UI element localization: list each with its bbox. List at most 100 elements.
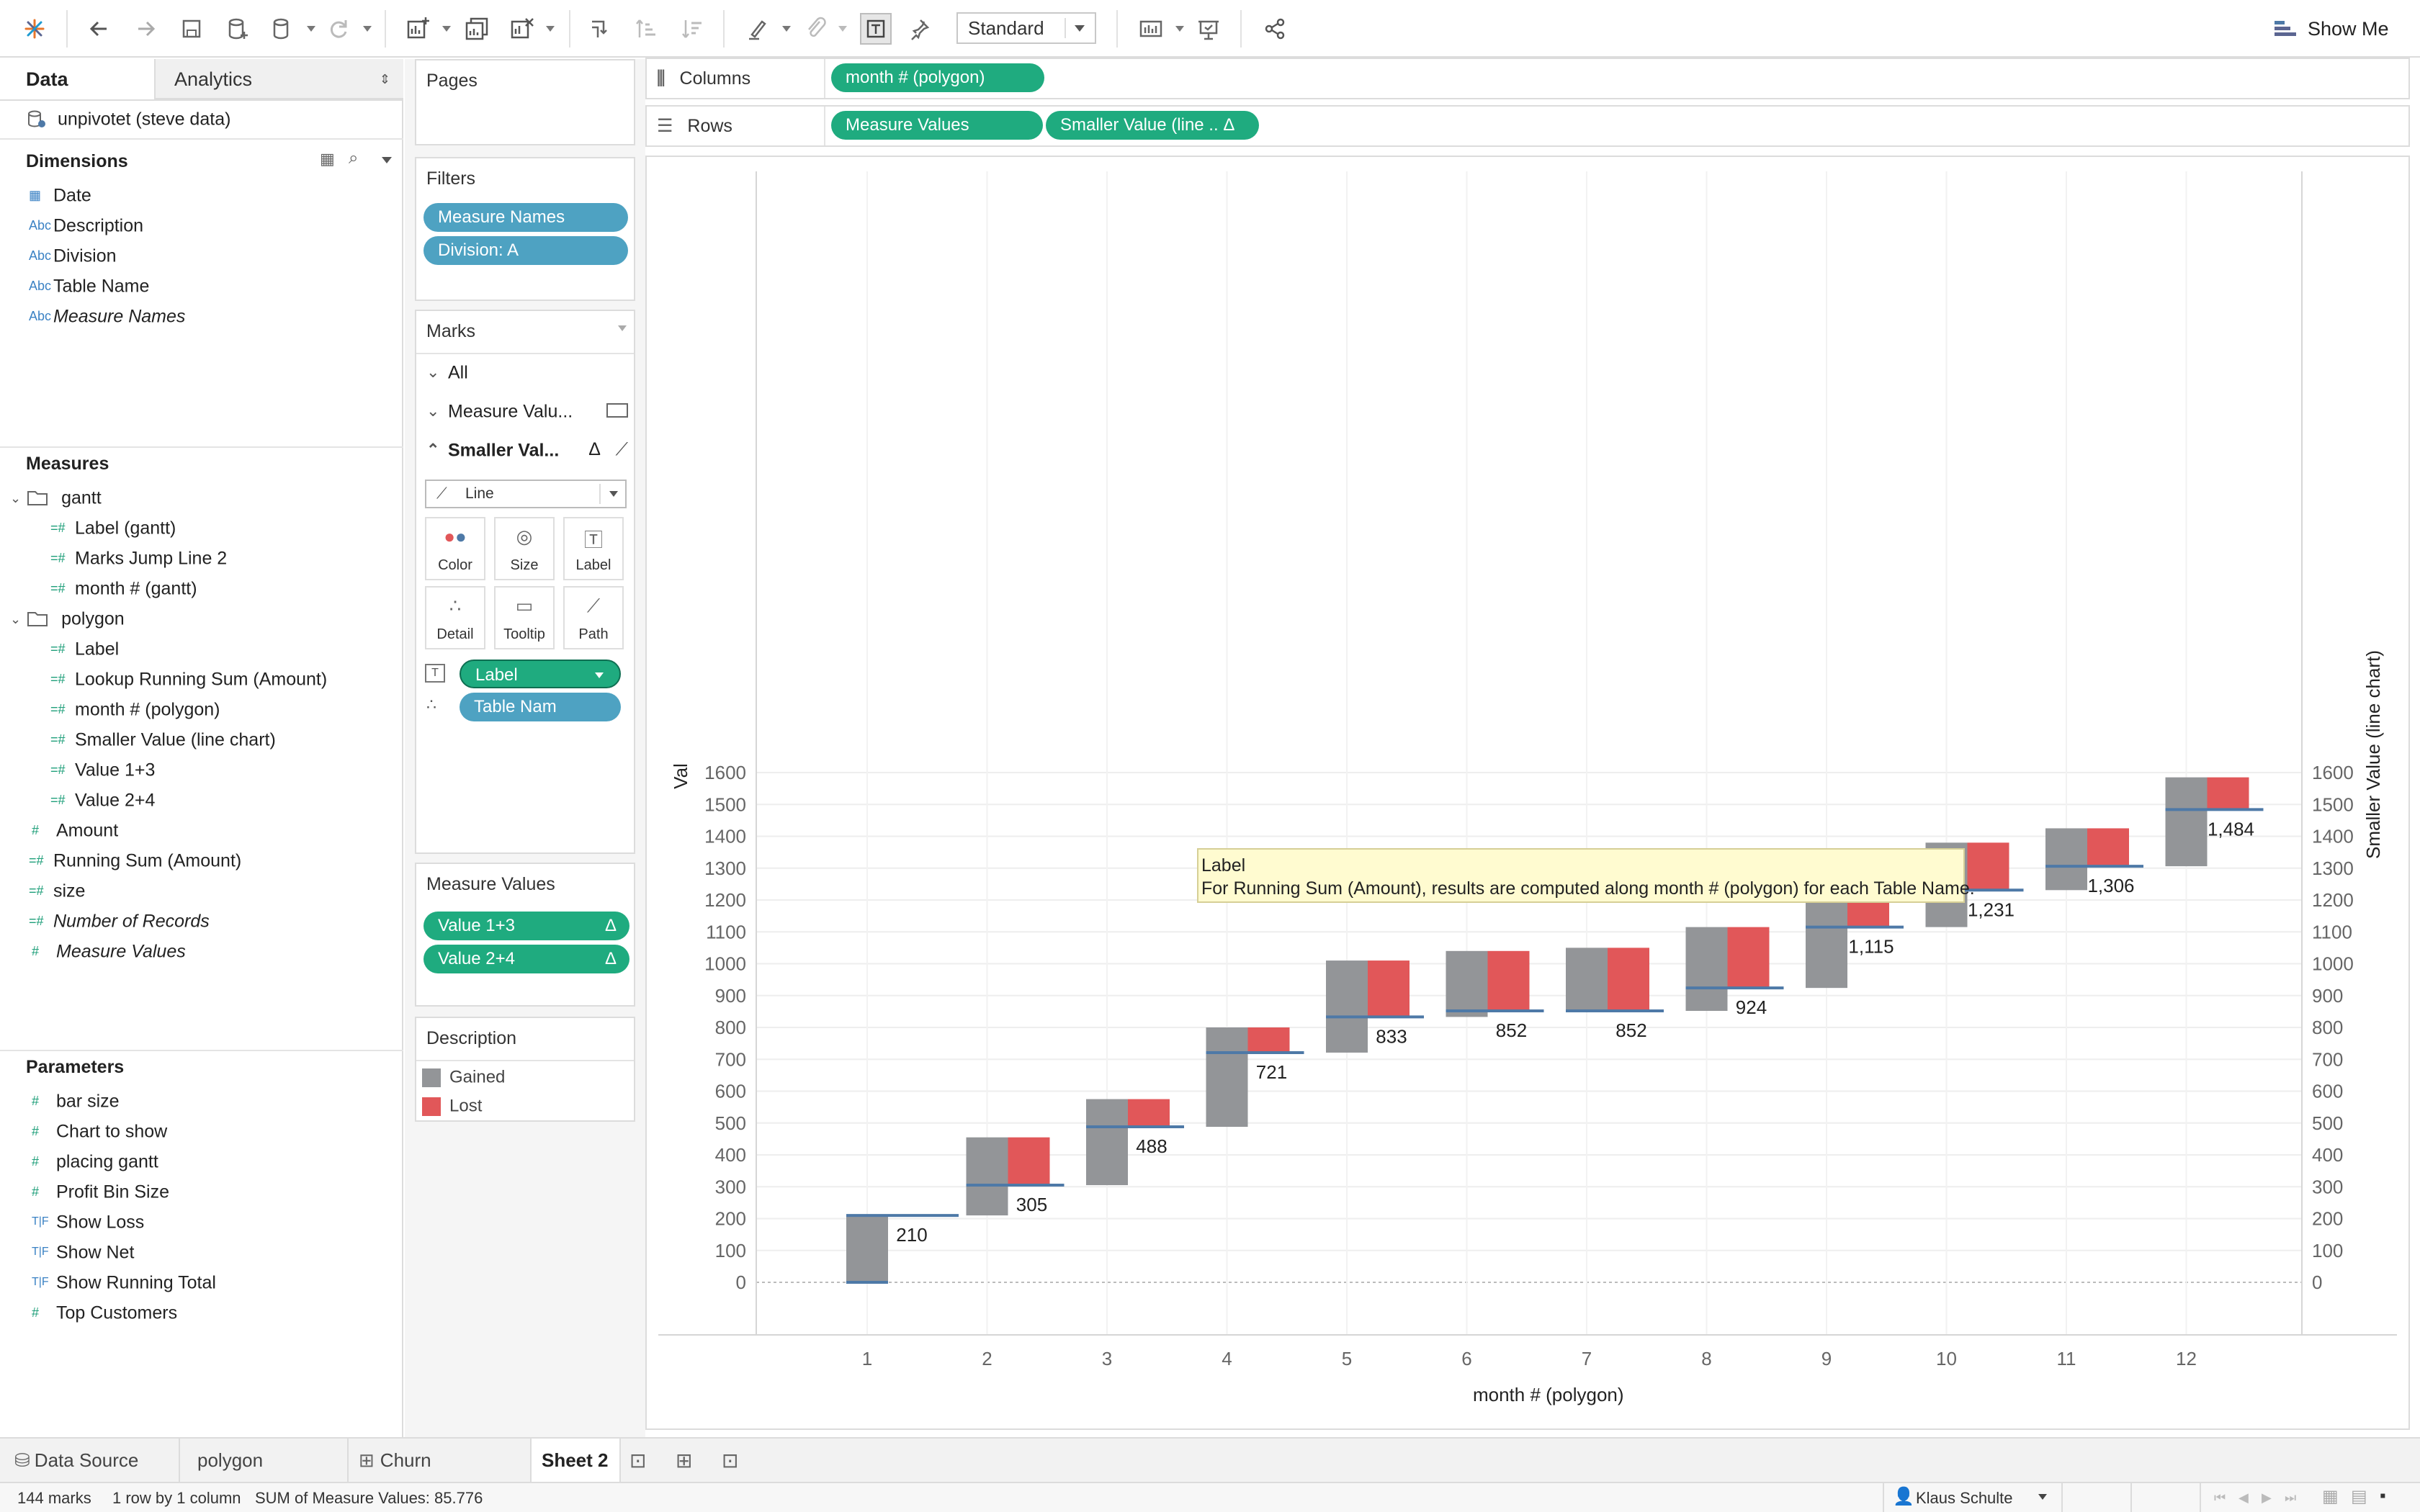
clear-sheet-icon[interactable] bbox=[506, 13, 537, 45]
filmstrip-view-icon[interactable]: ▦ bbox=[2322, 1486, 2339, 1507]
dimension-date[interactable]: ▦ Date bbox=[29, 180, 91, 209]
filter-pill-division[interactable]: Division: A bbox=[424, 236, 628, 265]
measure-values-pill-value-1-3[interactable]: Value 1+3 Δ bbox=[424, 912, 629, 940]
waterfall-chart[interactable]: 0 0 100 100 200 200 300 300 400 400 500 500 600 600 70… bbox=[647, 157, 2408, 1428]
tab-churn-dashboard[interactable]: ⊞Churn Dashboard bbox=[349, 1439, 532, 1512]
mark-type-select[interactable]: ⟋ Line bbox=[425, 480, 627, 508]
dimension-division[interactable]: Abc Division bbox=[29, 240, 117, 269]
new-worksheet-dropdown-icon[interactable] bbox=[442, 26, 451, 32]
new-datasource-icon[interactable] bbox=[222, 13, 254, 45]
group-members-icon[interactable] bbox=[799, 13, 831, 45]
measure-value-2-4[interactable]: =# Value 2+4 bbox=[50, 785, 155, 814]
marks-pill-label[interactable]: Label bbox=[460, 660, 621, 688]
filter-pill-measure-names[interactable]: Measure Names bbox=[424, 203, 628, 232]
pause-updates-dropdown-icon[interactable] bbox=[307, 26, 315, 32]
folder-gantt[interactable]: ⌄ gantt bbox=[10, 482, 102, 511]
measure-number-of-records[interactable]: =# Number of Records bbox=[29, 906, 210, 935]
label-shelf-button[interactable]: 🅃 Label bbox=[563, 517, 624, 580]
parameter-chart-to-show[interactable]: # Chart to show bbox=[32, 1116, 167, 1145]
view-cards-icon[interactable]: ▦ bbox=[320, 150, 335, 168]
measure-month-polygon[interactable]: =# month # (polygon) bbox=[50, 694, 220, 723]
group-dropdown-icon[interactable] bbox=[838, 26, 847, 32]
tab-data[interactable]: Data bbox=[0, 59, 154, 99]
legend-item-gained[interactable]: Gained bbox=[422, 1063, 505, 1092]
pin-axes-icon[interactable] bbox=[905, 13, 936, 45]
new-story-tab-icon[interactable]: ⊡ bbox=[722, 1449, 738, 1472]
parameter-show-loss[interactable]: T|F Show Loss bbox=[32, 1207, 144, 1236]
marks-card-menu-icon[interactable] bbox=[618, 325, 627, 331]
presentation-mode-icon[interactable] bbox=[1193, 13, 1224, 45]
tooltip-shelf-button[interactable]: ▭ Tooltip bbox=[494, 586, 555, 649]
marks-layer-all[interactable]: ⌄ All bbox=[426, 357, 468, 386]
show-cards-dropdown-icon[interactable] bbox=[1175, 26, 1184, 32]
tableau-logo-icon[interactable] bbox=[19, 13, 50, 45]
swap-rows-columns-icon[interactable] bbox=[585, 13, 617, 45]
user-name[interactable]: Klaus Schulte bbox=[1916, 1489, 2013, 1508]
columns-shelf[interactable]: ⫼ Columns month # (polygon) bbox=[645, 58, 2410, 99]
redo-icon[interactable] bbox=[130, 13, 161, 45]
path-shelf-button[interactable]: ⟋ Path bbox=[563, 586, 624, 649]
measure-smaller-value[interactable]: =# Smaller Value (line chart) bbox=[50, 724, 276, 753]
highlight-dropdown-icon[interactable] bbox=[782, 26, 791, 32]
tab-data-source[interactable]: ⛁ Data Source bbox=[0, 1439, 180, 1482]
dimension-description[interactable]: Abc Description bbox=[29, 210, 143, 239]
dimensions-menu-dropdown-icon[interactable] bbox=[382, 157, 392, 163]
new-dashboard-tab-icon[interactable]: ⊞ bbox=[676, 1449, 692, 1472]
datasource-item[interactable]: unpivotet (steve data) bbox=[26, 104, 230, 132]
search-icon[interactable]: ⌕ bbox=[349, 148, 358, 168]
measure-label[interactable]: =# Label bbox=[50, 634, 119, 662]
new-worksheet-tab-icon[interactable]: ⊡ bbox=[629, 1449, 646, 1472]
measure-amount[interactable]: # Amount bbox=[32, 815, 118, 844]
undo-icon[interactable] bbox=[84, 13, 115, 45]
color-shelf-button[interactable]: ●● Color bbox=[425, 517, 485, 580]
show-mark-labels-icon[interactable] bbox=[860, 13, 892, 45]
parameter-show-net[interactable]: T|F Show Net bbox=[32, 1237, 134, 1266]
parameter-top-customers[interactable]: # Top Customers bbox=[32, 1297, 177, 1326]
sort-ascending-icon[interactable] bbox=[631, 13, 663, 45]
tab-sheet-2[interactable]: Sheet 2 bbox=[532, 1439, 621, 1482]
measure-size[interactable]: =# size bbox=[29, 876, 85, 904]
rows-pill-smaller-value[interactable]: Smaller Value (line .. Δ bbox=[1046, 111, 1259, 140]
user-menu-chevron-icon[interactable] bbox=[2038, 1494, 2047, 1500]
parameter-show-running-total[interactable]: T|F Show Running Total bbox=[32, 1267, 216, 1296]
rows-pill-measure-values[interactable]: Measure Values bbox=[831, 111, 1043, 140]
duplicate-sheet-icon[interactable] bbox=[461, 13, 493, 45]
legend-item-lost[interactable]: Lost bbox=[422, 1092, 482, 1120]
clear-sheet-dropdown-icon[interactable] bbox=[546, 26, 555, 32]
parameter-bar-size[interactable]: # bar size bbox=[32, 1086, 120, 1115]
measure-marks-jump-line-2[interactable]: =# Marks Jump Line 2 bbox=[50, 543, 227, 572]
first-sheet-icon[interactable]: ⏮ bbox=[2214, 1490, 2226, 1506]
save-icon[interactable] bbox=[176, 13, 207, 45]
measure-running-sum[interactable]: =# Running Sum (Amount) bbox=[29, 845, 241, 874]
marks-pill-table-name[interactable]: Table Nam bbox=[460, 693, 621, 721]
size-shelf-button[interactable]: ◎ Size bbox=[494, 517, 555, 580]
dimension-table-name[interactable]: Abc Table Name bbox=[29, 271, 149, 300]
measure-label-gantt[interactable]: =# Label (gantt) bbox=[50, 513, 176, 541]
filters-card[interactable]: Filters Measure Names Division: A bbox=[415, 157, 635, 301]
show-me-button[interactable]: Show Me bbox=[2273, 16, 2389, 42]
next-sheet-icon[interactable]: ▶ bbox=[2262, 1490, 2272, 1506]
tab-polygon-waterfall[interactable]: polygon waterfall bbox=[180, 1439, 349, 1512]
tab-analytics[interactable]: Analytics ⇕ bbox=[154, 59, 403, 99]
share-icon[interactable] bbox=[1259, 13, 1291, 45]
marks-layer-smaller-value[interactable]: ⌃ Smaller Val... Δ ⟋ bbox=[426, 435, 628, 464]
viz-area[interactable]: 0 0 100 100 200 200 300 300 400 400 500 500 600 600 70… bbox=[645, 156, 2410, 1430]
parameter-placing-gantt[interactable]: # placing gantt bbox=[32, 1146, 158, 1175]
measure-values-pill-value-2-4[interactable]: Value 2+4 Δ bbox=[424, 945, 629, 973]
measure-value-1-3[interactable]: =# Value 1+3 bbox=[50, 755, 155, 783]
tabs-view-icon[interactable]: ▪ bbox=[2380, 1486, 2386, 1506]
columns-pill-month-polygon[interactable]: month # (polygon) bbox=[831, 63, 1044, 92]
pause-updates-icon[interactable] bbox=[266, 13, 298, 45]
measure-measure-values[interactable]: # Measure Values bbox=[32, 936, 186, 965]
pages-card[interactable]: Pages bbox=[415, 59, 635, 145]
measure-lookup-running-sum[interactable]: =# Lookup Running Sum (Amount) bbox=[50, 664, 327, 693]
measure-month-gantt[interactable]: =# month # (gantt) bbox=[50, 573, 197, 602]
last-sheet-icon[interactable]: ⏭ bbox=[2285, 1490, 2296, 1506]
show-cards-icon[interactable] bbox=[1135, 13, 1167, 45]
sheet-sorter-icon[interactable]: ▤ bbox=[2351, 1486, 2367, 1507]
folder-polygon[interactable]: ⌄ polygon bbox=[10, 603, 125, 632]
sort-descending-icon[interactable] bbox=[677, 13, 709, 45]
prev-sheet-icon[interactable]: ◀ bbox=[2238, 1490, 2249, 1506]
refresh-dropdown-icon[interactable] bbox=[363, 26, 372, 32]
rows-shelf[interactable]: ☰ Rows Measure Values Smaller Value (line… bbox=[645, 105, 2410, 147]
